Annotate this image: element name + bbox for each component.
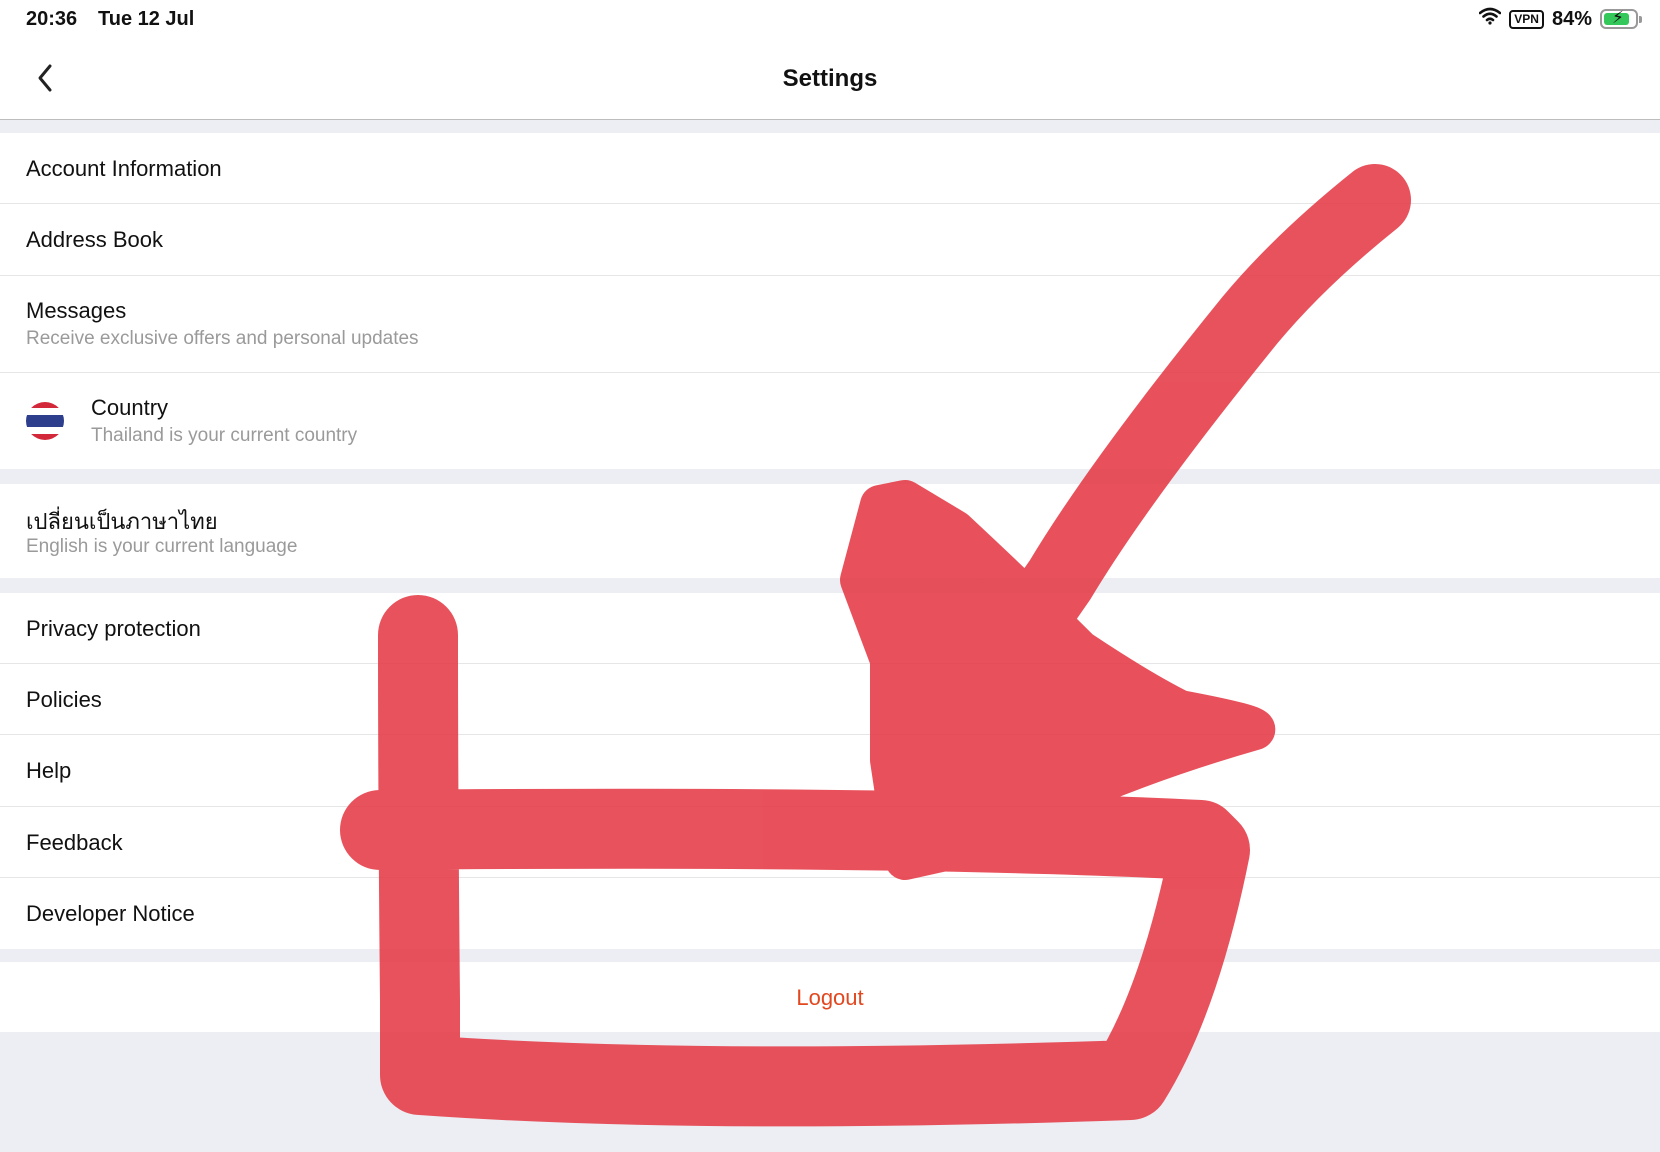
messages-row[interactable]: Messages Receive exclusive offers and pe… [0,276,1660,373]
developer-notice-row[interactable]: Developer Notice [0,878,1660,949]
vpn-badge: VPN [1509,9,1544,29]
help-label: Help [26,758,72,783]
country-row[interactable]: Country Thailand is your current country [0,373,1660,469]
address-book-label: Address Book [26,227,163,252]
privacy-protection-row[interactable]: Privacy protection [0,593,1660,664]
messages-subtitle: Receive exclusive offers and personal up… [26,328,419,349]
privacy-protection-label: Privacy protection [26,616,201,641]
status-date: Tue 12 Jul [98,8,195,30]
address-book-row[interactable]: Address Book [0,204,1660,276]
wifi-icon [1478,7,1502,31]
battery-percent: 84% [1551,7,1592,30]
settings-screen: 20:36 Tue 12 Jul VPN 84% ⚡ Settings Acco… [0,0,1660,1152]
language-subtitle: English is your current language [26,536,298,557]
account-information-label: Account Information [26,156,222,181]
policies-row[interactable]: Policies [0,664,1660,735]
language-row[interactable]: เปลี่ยนเป็นภาษาไทย English is your curre… [0,484,1660,578]
status-time: 20:36 [26,8,78,30]
language-label: เปลี่ยนเป็นภาษาไทย [26,509,218,534]
country-subtitle: Thailand is your current country [91,425,358,446]
messages-label: Messages [26,298,127,323]
status-bar: 20:36 Tue 12 Jul VPN 84% ⚡ [0,0,1660,40]
logout-row[interactable]: Logout [0,962,1660,1032]
feedback-label: Feedback [26,830,123,855]
feedback-row[interactable]: Feedback [0,807,1660,878]
help-row[interactable]: Help [0,735,1660,807]
logout-button[interactable]: Logout [0,985,1660,1011]
navigation-bar: Settings [0,40,1660,120]
battery-icon: ⚡ [1600,8,1642,29]
policies-label: Policies [26,687,102,712]
settings-group-language: เปลี่ยนเป็นภาษาไทย English is your curre… [0,484,1660,578]
country-label: Country [91,395,169,420]
account-information-row[interactable]: Account Information [0,133,1660,204]
charging-bolt-icon: ⚡ [1612,8,1624,27]
status-right: VPN 84% ⚡ [1478,7,1642,31]
developer-notice-label: Developer Notice [26,901,195,926]
thailand-flag-icon [26,402,64,440]
page-title: Settings [782,65,878,92]
settings-group-account: Account Information Address Book Message… [0,133,1660,469]
settings-group-support: Privacy protection Policies Help Feedbac… [0,593,1660,949]
